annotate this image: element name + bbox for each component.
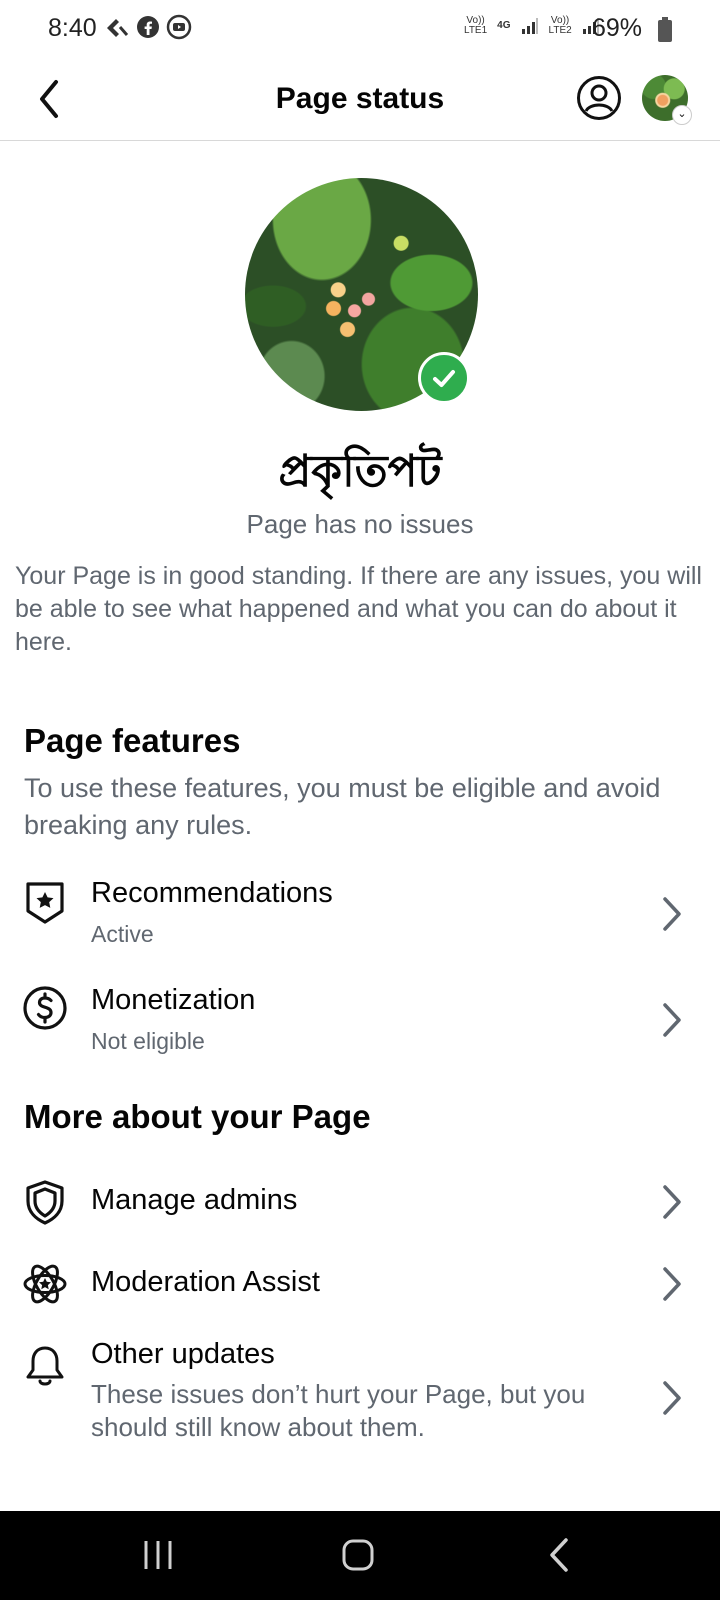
- section-title-more-about: More about your Page: [24, 1098, 371, 1135]
- feature-status: Not eligible: [91, 1028, 205, 1054]
- feature-title: Recommendations: [91, 877, 333, 909]
- page-switcher-button[interactable]: ⌄: [642, 75, 692, 125]
- section-title-page-features: Page features: [24, 722, 241, 759]
- status-notification-icons: [104, 14, 192, 40]
- chevron-right-icon: [663, 897, 681, 931]
- more-row-other-updates[interactable]: Other updates These issues don’t hurt yo…: [0, 1322, 720, 1452]
- youtube-icon: [166, 14, 192, 40]
- system-navigation-bar: [0, 1511, 720, 1600]
- back-arrow-icon: [550, 1538, 568, 1572]
- feature-row-recommendations[interactable]: Recommendations Active: [0, 858, 720, 947]
- more-row-moderation-assist[interactable]: Moderation Assist: [0, 1246, 720, 1322]
- app-header: Page status ⌄: [0, 60, 720, 141]
- verified-check-icon: [418, 352, 470, 404]
- chevron-right-icon: [663, 1381, 681, 1415]
- feature-title: Monetization: [91, 984, 256, 1016]
- more-item-title: Manage admins: [91, 1184, 298, 1216]
- chevron-down-icon: ⌄: [672, 105, 692, 125]
- feature-status: Active: [91, 921, 154, 947]
- battery-icon: [658, 17, 672, 42]
- account-button[interactable]: [576, 75, 622, 121]
- network-operator-icon: [107, 19, 129, 37]
- signal-strength-icon: [521, 18, 538, 34]
- back-nav-button[interactable]: [542, 1533, 586, 1577]
- sim1-type: 4G: [497, 20, 511, 31]
- recent-apps-button[interactable]: [136, 1533, 180, 1577]
- more-item-title: Other updates: [91, 1338, 275, 1370]
- chevron-right-icon: [663, 1267, 681, 1301]
- page-status-description: Your Page is in good standing. If there …: [15, 562, 702, 656]
- more-item-description: These issues don’t hurt your Page, but y…: [91, 1379, 586, 1442]
- shield-icon: [26, 1180, 64, 1225]
- battery-percent: 69%: [591, 14, 642, 42]
- signal-indicators: Vo)) LTE1 4G Vo)) LTE2: [464, 16, 600, 36]
- status-bar: 8:40 Vo)) LTE1 4G Vo)) LTE2 69%: [0, 0, 720, 58]
- moderation-atom-icon: [23, 1264, 67, 1304]
- recent-apps-icon: [144, 1541, 172, 1569]
- more-item-title: Moderation Assist: [91, 1266, 320, 1298]
- section-subtitle-page-features: To use these features, you must be eligi…: [24, 773, 661, 840]
- chevron-right-icon: [663, 1185, 681, 1219]
- facebook-icon: [137, 16, 159, 38]
- home-icon: [342, 1539, 374, 1571]
- home-button[interactable]: [338, 1533, 382, 1577]
- bell-icon: [26, 1346, 64, 1386]
- shield-star-icon: [26, 882, 64, 924]
- more-row-manage-admins[interactable]: Manage admins: [0, 1164, 720, 1240]
- sim1-label: Vo)) LTE1: [464, 15, 488, 36]
- status-time: 8:40: [48, 14, 97, 42]
- feature-row-monetization[interactable]: Monetization Not eligible: [0, 964, 720, 1054]
- chevron-right-icon: [663, 1003, 681, 1037]
- sim2-label: Vo)) LTE2: [548, 15, 572, 36]
- dollar-circle-icon: [23, 986, 67, 1030]
- person-circle-icon: [577, 76, 621, 120]
- page-name: প্রকৃতিপট: [278, 447, 442, 496]
- page-status-summary: Page has no issues: [246, 509, 474, 539]
